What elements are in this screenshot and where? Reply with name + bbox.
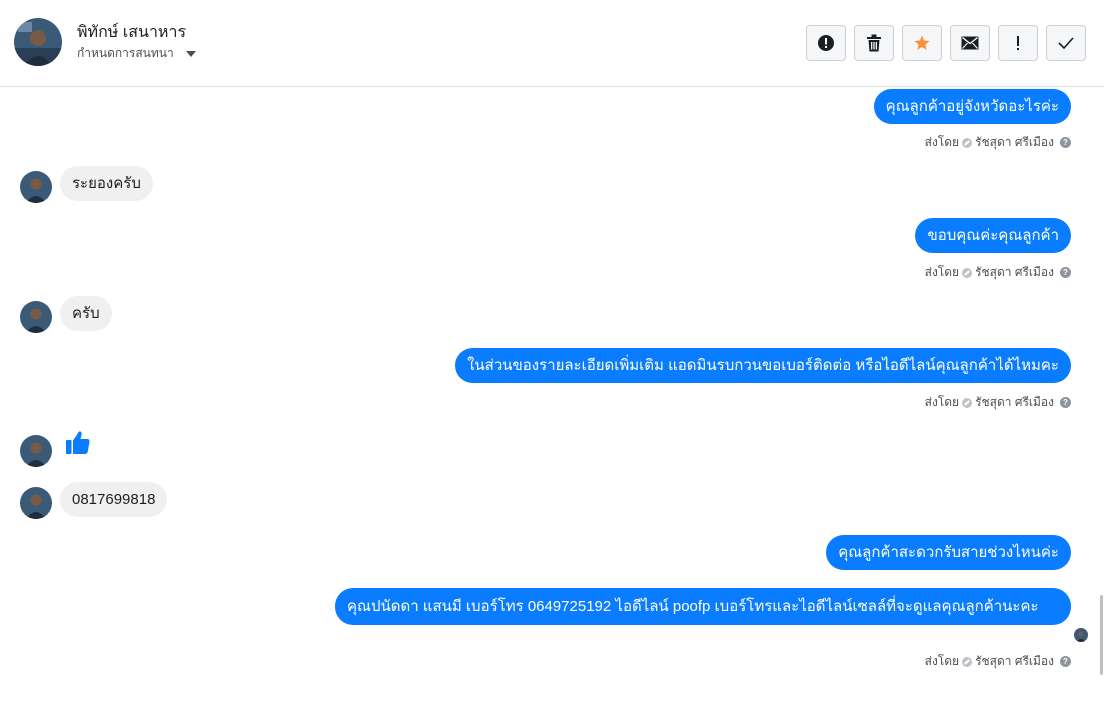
sent-by-info: ส่งโดย รัชสุดา ศรีเมือง ? xyxy=(925,133,1071,152)
star-button[interactable] xyxy=(902,25,942,61)
conversation-toolbar xyxy=(806,25,1086,61)
outgoing-message[interactable]: ขอบคุณค่ะคุณลูกค้า xyxy=(915,218,1071,253)
caret-down-icon xyxy=(185,51,196,57)
help-icon[interactable]: ? xyxy=(1060,267,1071,278)
verified-icon xyxy=(962,656,973,667)
contact-avatar-small[interactable] xyxy=(20,301,52,333)
sent-by-prefix: ส่งโดย xyxy=(924,135,960,149)
incoming-message[interactable]: ครับ xyxy=(60,296,112,331)
help-icon[interactable]: ? xyxy=(1060,137,1071,148)
sent-by-info: ส่งโดย รัชสุดา ศรีเมือง ? xyxy=(925,652,1071,671)
sent-by-prefix: ส่งโดย xyxy=(924,395,960,409)
follow-up-button[interactable] xyxy=(998,25,1038,61)
outgoing-message[interactable]: คุณลูกค้าสะดวกรับสายช่วงไหนค่ะ xyxy=(826,535,1071,570)
incoming-message[interactable]: ระยองครับ xyxy=(60,166,153,201)
sent-by-agent: รัชสุดา ศรีเมือง xyxy=(975,265,1054,279)
outgoing-message[interactable]: คุณปนัดดา แสนมี เบอร์โทร 0649725192 ไอดี… xyxy=(335,588,1071,625)
outgoing-message[interactable]: ในส่วนของรายละเอียดเพิ่มเติม แอดมินรบกวน… xyxy=(455,348,1071,383)
thumbs-up-icon xyxy=(66,431,90,454)
label-dropdown-text: กำหนดการสนทนา xyxy=(77,46,174,60)
sent-by-prefix: ส่งโดย xyxy=(924,654,960,668)
exclamation-icon xyxy=(1017,36,1019,50)
spam-button[interactable] xyxy=(806,25,846,61)
like-message[interactable] xyxy=(66,430,90,460)
contact-avatar-small[interactable] xyxy=(20,487,52,519)
message-list: คุณลูกค้าอยู่จังหวัดอะไรค่ะ ส่งโดย รัชสุ… xyxy=(0,88,1104,703)
help-icon[interactable]: ? xyxy=(1060,656,1071,667)
check-icon xyxy=(1058,37,1074,49)
label-dropdown[interactable]: กำหนดการสนทนา xyxy=(77,44,196,63)
sent-by-info: ส่งโดย รัชสุดา ศรีเมือง ? xyxy=(925,393,1071,412)
verified-icon xyxy=(962,397,973,408)
mark-unread-button[interactable] xyxy=(950,25,990,61)
help-icon[interactable]: ? xyxy=(1060,397,1071,408)
star-icon xyxy=(914,35,930,50)
delete-button[interactable] xyxy=(854,25,894,61)
seen-indicator-avatar xyxy=(1074,628,1088,642)
sent-by-agent: รัชสุดา ศรีเมือง xyxy=(975,135,1054,149)
sent-by-prefix: ส่งโดย xyxy=(924,265,960,279)
conversation-header: พิทักษ์ เสนาหาร กำหนดการสนทนา xyxy=(0,0,1104,87)
alert-circle-icon xyxy=(818,35,834,51)
contact-avatar-small[interactable] xyxy=(20,171,52,203)
sent-by-info: ส่งโดย รัชสุดา ศรีเมือง ? xyxy=(925,263,1071,282)
outgoing-message[interactable]: คุณลูกค้าอยู่จังหวัดอะไรค่ะ xyxy=(873,89,1071,124)
trash-icon xyxy=(867,34,881,52)
mail-icon xyxy=(961,36,979,50)
verified-icon xyxy=(962,267,973,278)
incoming-message[interactable]: 0817699818 xyxy=(60,482,168,517)
scrollbar[interactable] xyxy=(1100,595,1103,675)
contact-name[interactable]: พิทักษ์ เสนาหาร xyxy=(77,20,186,45)
verified-icon xyxy=(962,137,973,148)
contact-avatar-small[interactable] xyxy=(20,435,52,467)
sent-by-agent: รัชสุดา ศรีเมือง xyxy=(975,654,1054,668)
sent-by-agent: รัชสุดา ศรีเมือง xyxy=(975,395,1054,409)
mark-done-button[interactable] xyxy=(1046,25,1086,61)
contact-avatar[interactable] xyxy=(14,18,62,66)
